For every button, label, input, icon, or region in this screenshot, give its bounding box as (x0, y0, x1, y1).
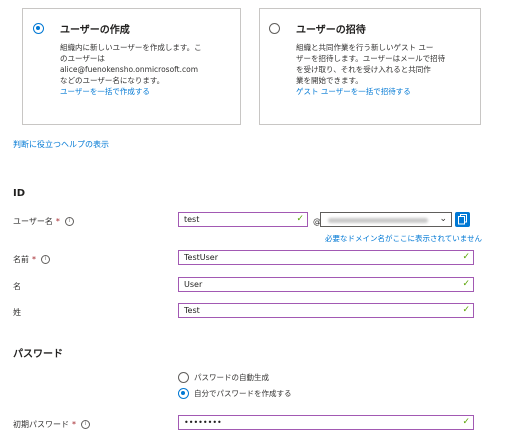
first-name-label: 名 (13, 281, 21, 292)
info-icon[interactable]: i (81, 420, 90, 429)
initial-password-input[interactable]: •••••••• ✓ (178, 415, 474, 430)
username-input[interactable]: test ✓ (178, 212, 308, 227)
initial-password-value: •••••••• (184, 418, 222, 427)
create-user-description: 組織内に新しいユーザーを作成します。こ のユーザーは alice@fuenoke… (60, 42, 202, 97)
bulk-invite-link[interactable]: ゲスト ユーザーを一括で招待する (296, 86, 445, 97)
invite-user-desc-line: ザーを招待します。ユーザーはメールで招待 (296, 54, 446, 63)
decision-help-link[interactable]: 判断に役立つヘルプの表示 (13, 139, 109, 150)
first-name-input[interactable]: User ✓ (178, 277, 474, 292)
domain-select[interactable]: ⌄ (320, 212, 452, 227)
create-user-desc-line: 組織内に新しいユーザーを作成します。こ (60, 43, 202, 52)
name-label-text: 名前 (13, 255, 29, 264)
domain-value-redacted (328, 218, 428, 223)
last-name-label: 姓 (13, 307, 21, 318)
valid-check-icon: ✓ (462, 305, 470, 315)
invite-user-radio[interactable] (269, 23, 280, 34)
create-user-radio[interactable] (33, 23, 44, 34)
bulk-create-link[interactable]: ユーザーを一括で作成する (60, 86, 202, 97)
initial-password-label-text: 初期パスワード (13, 420, 69, 429)
valid-check-icon: ✓ (462, 279, 470, 289)
name-input[interactable]: TestUser ✓ (178, 250, 474, 265)
copy-button[interactable] (455, 212, 470, 227)
info-icon[interactable]: i (41, 255, 50, 264)
manual-password-label[interactable]: 自分でパスワードを作成する (194, 388, 292, 399)
copy-icon (458, 214, 467, 225)
valid-check-icon: ✓ (462, 252, 470, 262)
invite-user-card[interactable]: ユーザーの招待 組織と共同作業を行う新しいゲスト ユー ザーを招待します。ユーザ… (259, 8, 481, 125)
identity-section-title: ID (13, 188, 26, 199)
password-section-title: パスワード (13, 349, 63, 360)
first-name-label-text: 名 (13, 282, 21, 291)
info-icon[interactable]: i (64, 217, 74, 226)
invite-user-desc-line: を受け取り、それを受け入れると共同作 (296, 65, 431, 74)
last-name-value: Test (184, 306, 200, 315)
valid-check-icon: ✓ (462, 417, 470, 427)
first-name-value: User (184, 280, 203, 289)
initial-password-label: 初期パスワード * i (13, 419, 90, 430)
required-mark: * (72, 420, 76, 429)
create-user-desc-line: などのユーザー名になります。 (60, 76, 165, 85)
create-user-title: ユーザーの作成 (60, 25, 130, 36)
auto-password-radio[interactable] (178, 372, 189, 383)
username-label: ユーザー名 * i (13, 216, 74, 227)
required-mark: * (32, 255, 36, 264)
name-value: TestUser (184, 253, 218, 262)
invite-user-desc-line: 業を開始できます。 (296, 76, 363, 85)
invite-user-description: 組織と共同作業を行う新しいゲスト ユー ザーを招待します。ユーザーはメールで招待… (296, 42, 445, 97)
last-name-label-text: 姓 (13, 308, 21, 317)
chevron-down-icon: ⌄ (439, 214, 447, 224)
name-label: 名前 * i (13, 254, 50, 265)
invite-user-desc-line: 組織と共同作業を行う新しいゲスト ユー (296, 43, 434, 52)
valid-check-icon: ✓ (296, 214, 304, 224)
required-mark: * (55, 217, 60, 226)
invite-user-title: ユーザーの招待 (296, 25, 366, 36)
create-user-card[interactable]: ユーザーの作成 組織内に新しいユーザーを作成します。こ のユーザーは alice… (22, 8, 241, 125)
username-value: test (184, 215, 200, 224)
auto-password-label[interactable]: パスワードの自動生成 (194, 372, 269, 383)
username-label-text: ユーザー名 (13, 217, 53, 226)
create-user-desc-line: alice@fuenokensho.onmicrosoft.com (60, 65, 199, 74)
domain-missing-link[interactable]: 必要なドメイン名がここに表示されていません (325, 233, 482, 244)
last-name-input[interactable]: Test ✓ (178, 303, 474, 318)
manual-password-radio[interactable] (178, 388, 189, 399)
create-user-desc-line: のユーザーは (60, 54, 105, 63)
